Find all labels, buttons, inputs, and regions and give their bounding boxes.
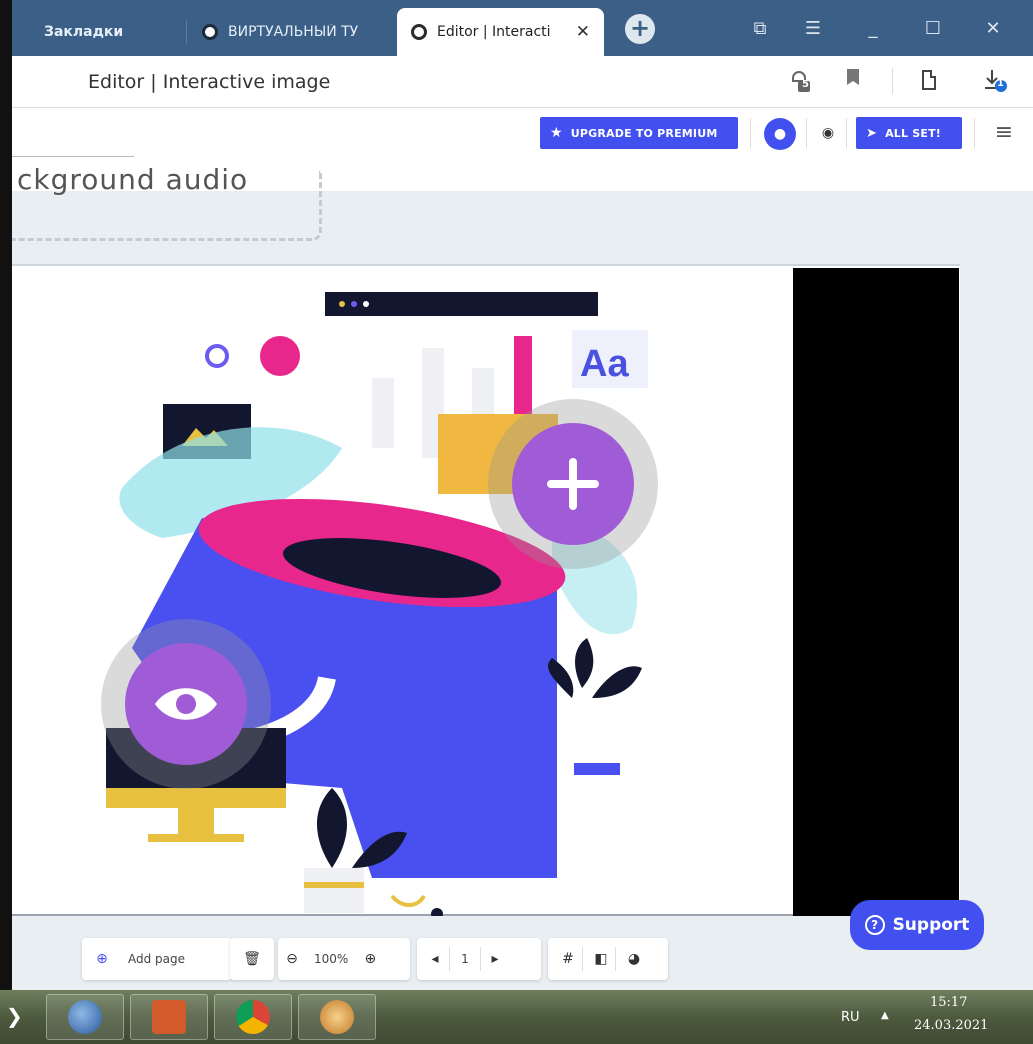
add-page-button[interactable]: Add page — [128, 952, 185, 966]
next-page-icon[interactable]: ▸ — [481, 951, 509, 967]
tab-editor-label: Editor | Interacti — [437, 24, 551, 40]
tab-editor-active[interactable]: Editor | Interacti ✕ — [397, 8, 604, 56]
powerpoint-icon — [152, 1000, 186, 1034]
preview-eye-icon[interactable]: ◉ — [818, 123, 838, 143]
plus-icon — [547, 458, 599, 510]
prev-page-icon[interactable]: ◂ — [421, 951, 449, 967]
aa-sample-text: Aa — [580, 343, 629, 385]
adblock-count: 5 — [802, 79, 809, 90]
eye-icon — [155, 688, 217, 720]
site-favicon-icon — [202, 24, 218, 40]
tab-bookmarks-label: Закладки — [44, 24, 124, 40]
adblock-icon[interactable]: 5 — [788, 68, 814, 94]
downloads-icon[interactable]: 1 — [982, 68, 1008, 94]
slide-illustration: Aa — [106, 292, 648, 916]
add-collaborator-button[interactable]: ● — [764, 118, 796, 150]
language-indicator[interactable]: RU — [841, 1010, 860, 1025]
support-label: Support — [892, 915, 970, 935]
support-button[interactable]: ? Support — [850, 900, 984, 950]
taskbar-scroll-icon[interactable]: ❯ — [6, 1004, 23, 1028]
thunderbird-icon — [68, 1000, 102, 1034]
maximize-button[interactable]: ☐ — [918, 14, 948, 44]
paint-taskbar-button[interactable] — [298, 994, 376, 1040]
page-title: Editor | Interactive image — [88, 71, 331, 93]
zoom-in-icon[interactable]: ⊕ — [356, 951, 384, 967]
browser-window: Закладки ВИРТУАЛЬНЫЙ ТУ Editor | Interac… — [0, 0, 1033, 990]
paint-icon — [320, 1000, 354, 1034]
tab-virtual[interactable]: ВИРТУАЛЬНЫЙ ТУ — [190, 8, 396, 56]
allset-label: ALL SET! — [885, 126, 942, 140]
screen: Закладки ВИРТУАЛЬНЫЙ ТУ Editor | Interac… — [0, 0, 1033, 1044]
hamburger-menu-icon[interactable]: ≡ — [990, 120, 1018, 146]
palette-icon[interactable]: ◕ — [620, 951, 648, 967]
add-page-group: ⊕ Add page — [82, 938, 232, 980]
zoom-out-icon[interactable]: ⊖ — [278, 951, 306, 967]
clock-date[interactable]: 24.03.2021 — [914, 1018, 988, 1033]
thunderbird-taskbar-button[interactable] — [46, 994, 124, 1040]
browser-menu-icon[interactable]: ☰ — [798, 14, 828, 44]
chrome-icon — [236, 1000, 270, 1034]
close-tab-icon[interactable]: ✕ — [576, 22, 590, 42]
slide-overflow-region — [793, 268, 959, 916]
clock-time[interactable]: 15:17 — [930, 995, 967, 1010]
background-audio-label: ckground audio — [17, 163, 249, 196]
background-audio-dropzone[interactable]: ckground audio — [0, 163, 322, 241]
hotspot-eye[interactable] — [101, 619, 271, 789]
taskbar: ❯ RU ▲ 15:17 24.03.2021 — [0, 990, 1033, 1044]
downloads-count: 1 — [997, 78, 1004, 89]
split-view-icon[interactable]: ◧ — [587, 951, 615, 967]
delete-page-group: 🗑 — [230, 938, 274, 980]
project-title-input[interactable] — [12, 156, 134, 157]
upgrade-label: UPGRADE TO PREMIUM — [570, 126, 718, 140]
tab-virtual-label: ВИРТУАЛЬНЫЙ ТУ — [228, 24, 359, 40]
view-tools-group: # ◧ ◕ — [548, 938, 668, 980]
grid-icon[interactable]: # — [554, 951, 582, 967]
powerpoint-taskbar-button[interactable] — [130, 994, 208, 1040]
bookmark-icon[interactable] — [840, 68, 866, 94]
minimize-button[interactable]: _ — [858, 14, 888, 44]
add-circle-icon[interactable]: ⊕ — [88, 951, 116, 967]
address-bar: Editor | Interactive image 5 1 — [12, 56, 1033, 108]
upgrade-premium-button[interactable]: ★ UPGRADE TO PREMIUM — [540, 117, 738, 149]
zoom-group: ⊖ 100% ⊕ — [278, 938, 410, 980]
extensions-icon[interactable] — [916, 68, 942, 94]
slide-canvas[interactable]: Aa — [12, 264, 960, 916]
hotspot-plus[interactable] — [488, 399, 658, 569]
all-set-button[interactable]: ➤ ALL SET! — [856, 117, 962, 149]
help-circle-icon: ? — [864, 915, 885, 935]
page-number[interactable]: 1 — [450, 952, 480, 966]
star-icon: ★ — [550, 125, 563, 141]
new-tab-button[interactable]: + — [625, 14, 655, 44]
close-window-button[interactable]: ✕ — [978, 14, 1008, 44]
chrome-taskbar-button[interactable] — [214, 994, 292, 1040]
trash-icon[interactable]: 🗑 — [238, 951, 266, 967]
page-nav-group: ◂ 1 ▸ — [417, 938, 541, 980]
desktop-edge — [0, 0, 12, 990]
tab-bar: Закладки ВИРТУАЛЬНЫЙ ТУ Editor | Interac… — [12, 0, 1033, 56]
zoom-level: 100% — [314, 952, 349, 966]
tab-bookmarks[interactable]: Закладки — [12, 8, 187, 56]
site-favicon-icon — [411, 24, 427, 40]
rocket-icon: ➤ — [866, 125, 878, 141]
editor-workspace: ckground audio Aa ? Support ⊕ Add page 🗑… — [0, 163, 1033, 990]
tray-expand-icon[interactable]: ▲ — [881, 1010, 889, 1021]
user-plus-icon: ● — [773, 126, 787, 142]
bookmarks-panel-icon[interactable]: ⧉ — [745, 14, 775, 44]
